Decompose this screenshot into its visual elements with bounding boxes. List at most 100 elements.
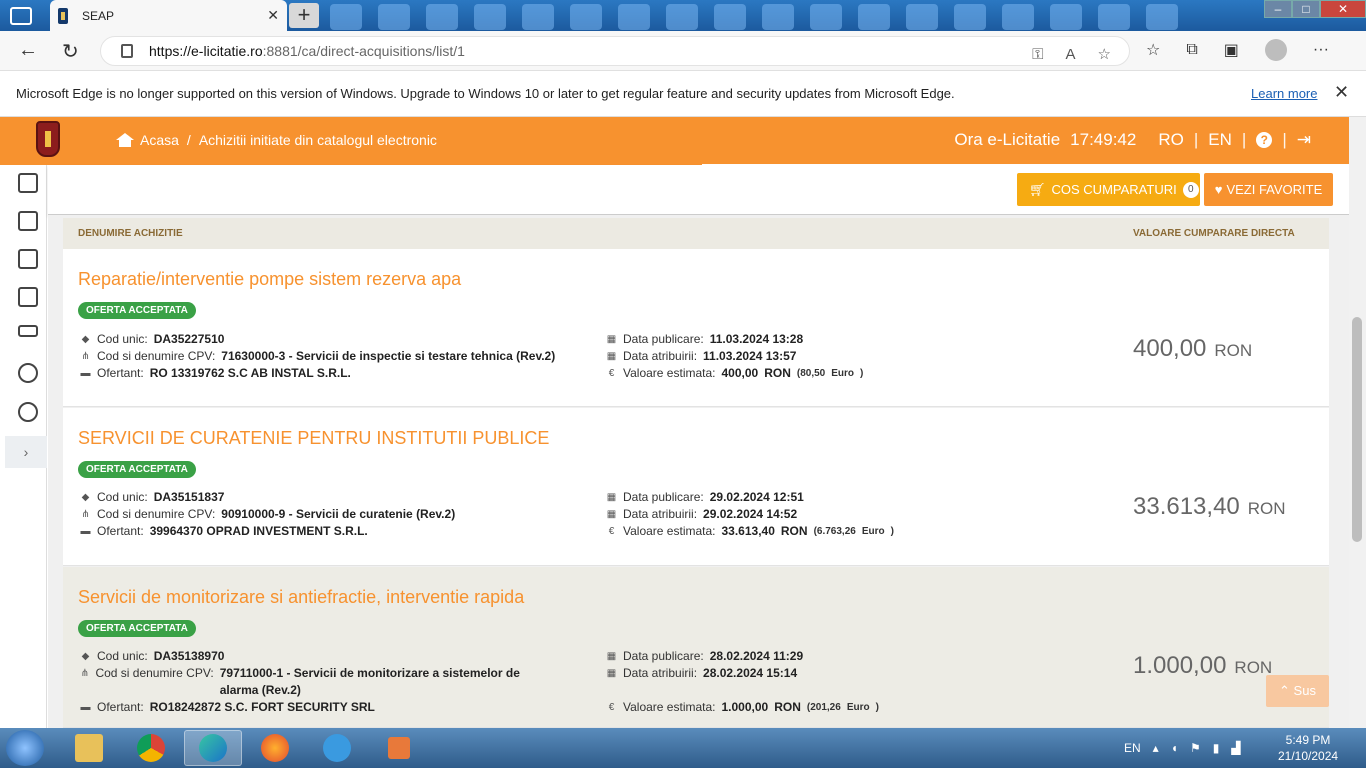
list-icon[interactable] [18, 211, 38, 231]
media-taskbar-item[interactable] [370, 730, 428, 766]
estimated-value: 33.613,40 [721, 524, 775, 538]
add-favorite-icon[interactable]: ☆ [1098, 41, 1111, 69]
label: Data atribuirii: [623, 507, 698, 521]
favorites-icon[interactable]: ☆ [1146, 40, 1160, 60]
info-message: Microsoft Edge is no longer supported on… [16, 86, 955, 101]
details-right: ▦ Data publicare: 11.03.2024 13:28 ▦ Data a… [606, 332, 864, 380]
battery-icon[interactable]: ▮ [1213, 741, 1220, 755]
lock-icon [121, 44, 133, 58]
minimize-icon[interactable]: – [1264, 0, 1292, 18]
language-indicator[interactable]: EN [1124, 741, 1141, 755]
unique-code: DA35138970 [153, 649, 225, 663]
calendar-icon: ▦ [606, 651, 617, 662]
bed-icon: ▬ [80, 526, 91, 537]
direct-value: 1.000,00 RON [1133, 652, 1272, 680]
award-date: 28.02.2024 15:14 [703, 666, 798, 680]
pipe-separator: | [1193, 130, 1199, 149]
firefox-taskbar-item[interactable] [246, 730, 304, 766]
user-icon[interactable] [18, 363, 38, 383]
system-clock[interactable]: 5:49 PM 21/10/2024 [1278, 732, 1338, 764]
value-currency: RON [1247, 499, 1286, 518]
tab-actions-icon[interactable] [10, 7, 32, 25]
catalog-icon[interactable] [18, 249, 38, 269]
alert-icon[interactable] [18, 402, 38, 422]
lang-en-link[interactable]: EN [1208, 130, 1232, 150]
firefox-icon [261, 734, 289, 762]
checklist-icon[interactable] [18, 287, 38, 307]
details-left: ◆ Cod unic: DA35151837 ⋔ Cod si denumire CP… [80, 489, 456, 540]
maximize-icon[interactable]: □ [1292, 0, 1320, 18]
seap-logo[interactable] [36, 121, 60, 157]
acquisition-title[interactable]: Reparatie/interventie pompe sistem rezer… [78, 269, 461, 290]
start-button[interactable] [6, 730, 44, 766]
tag-icon: ◆ [81, 651, 90, 662]
tab-title: SEAP [82, 8, 115, 23]
edge-bar-icon[interactable]: ▣ [1224, 40, 1239, 60]
browser-tab[interactable]: SEAP ✕ [50, 0, 287, 31]
learn-more-link[interactable]: Learn more [1251, 86, 1317, 101]
favorites-label: VEZI FAVORITE [1226, 182, 1323, 197]
logout-icon[interactable]: ⇥ [1297, 130, 1311, 150]
back-arrow-icon[interactable]: ← [18, 39, 38, 62]
label: Cod si denumire CPV: [97, 507, 216, 521]
label: Valoare estimata: [623, 700, 716, 714]
publish-date: 11.03.2024 13:28 [709, 332, 804, 346]
page-scrollbar[interactable] [1349, 117, 1366, 728]
edge-taskbar-item[interactable] [184, 730, 242, 766]
truck-icon[interactable] [18, 325, 38, 337]
help-icon[interactable]: ? [1256, 132, 1273, 148]
cpv-code: 90910000-9 - Servicii de curatenie (Rev.… [221, 507, 456, 521]
explorer-taskbar-item[interactable] [60, 730, 118, 766]
profile-avatar[interactable] [1264, 39, 1287, 61]
breadcrumb-home[interactable]: Acasa [140, 132, 179, 148]
cart-icon: 🛒︎ [1029, 181, 1046, 197]
shopping-cart-button[interactable]: 🛒︎ COS CUMPARATURI 0 [1017, 173, 1200, 206]
url-host: https://e-licitatie.ro [149, 43, 263, 59]
calendar-icon: ▦ [606, 509, 617, 520]
infobar-close-icon[interactable]: ✕ [1334, 82, 1349, 103]
cpv-code: 71630000-3 - Servicii de inspectie si te… [221, 349, 556, 363]
clock-label: Ora e-Licitatie [954, 130, 1061, 149]
label: Ofertant: [97, 700, 144, 714]
lang-ro-link[interactable]: RO [1158, 130, 1184, 150]
pipe-separator: | [1241, 130, 1247, 149]
more-menu-icon[interactable]: ··· [1313, 41, 1329, 59]
flag-icon[interactable]: ⚑ [1190, 741, 1201, 755]
volume-icon[interactable]: ◖ [1171, 741, 1178, 755]
euro-label: Euro [846, 702, 870, 713]
key-icon[interactable]: ⚿ [1032, 41, 1043, 69]
label: Data publicare: [623, 649, 704, 663]
tab-close-icon[interactable]: ✕ [267, 7, 279, 24]
euro-value: (6.763,26 [813, 526, 856, 537]
acquisition-title[interactable]: Servicii de monitorizare si antiefractie… [78, 587, 524, 608]
collections-icon[interactable]: ⧉ [1186, 41, 1197, 59]
breadcrumb: Acasa / Achizitii initiate din catalogul… [116, 132, 437, 148]
new-tab-button[interactable]: + [289, 3, 319, 28]
network-icon[interactable]: ▟ [1231, 741, 1240, 755]
folder-icon [75, 734, 103, 762]
refresh-icon[interactable]: ↻ [62, 39, 79, 64]
ie-taskbar-item[interactable] [308, 730, 366, 766]
home-icon[interactable] [116, 133, 134, 147]
sitemap-icon: ⋔ [81, 509, 90, 520]
label: Data publicare: [623, 490, 704, 504]
scrollbar-thumb[interactable] [1352, 317, 1362, 542]
label: Data atribuirii: [623, 666, 698, 680]
chrome-taskbar-item[interactable] [122, 730, 180, 766]
estimated-value: 400,00 [721, 366, 759, 380]
expand-rail-button[interactable]: › [5, 436, 47, 468]
acquisition-title[interactable]: SERVICII DE CURATENIE PENTRU INSTITUTII … [78, 428, 549, 449]
cpv-code: 79711000-1 - Servicii de monitorizare a … [219, 666, 520, 697]
media-player-icon [388, 737, 410, 759]
view-favorites-button[interactable]: ♥ VEZI FAVORITE [1204, 173, 1333, 206]
document-icon[interactable] [18, 173, 38, 193]
heart-icon: ♥ [1214, 182, 1223, 197]
address-field[interactable]: https://e-licitatie.ro:8881/ca/direct-ac… [100, 36, 1130, 66]
read-aloud-icon[interactable]: A [1066, 41, 1076, 69]
window-close-icon[interactable]: ✕ [1320, 0, 1366, 18]
status-badge: OFERTA ACCEPTATA [78, 461, 196, 478]
scroll-to-top-button[interactable]: ⌃ Sus [1266, 675, 1329, 707]
tray-expand-icon[interactable]: ▴ [1153, 741, 1159, 755]
label: Valoare estimata: [623, 366, 716, 380]
euro-label: Euro [831, 368, 855, 379]
